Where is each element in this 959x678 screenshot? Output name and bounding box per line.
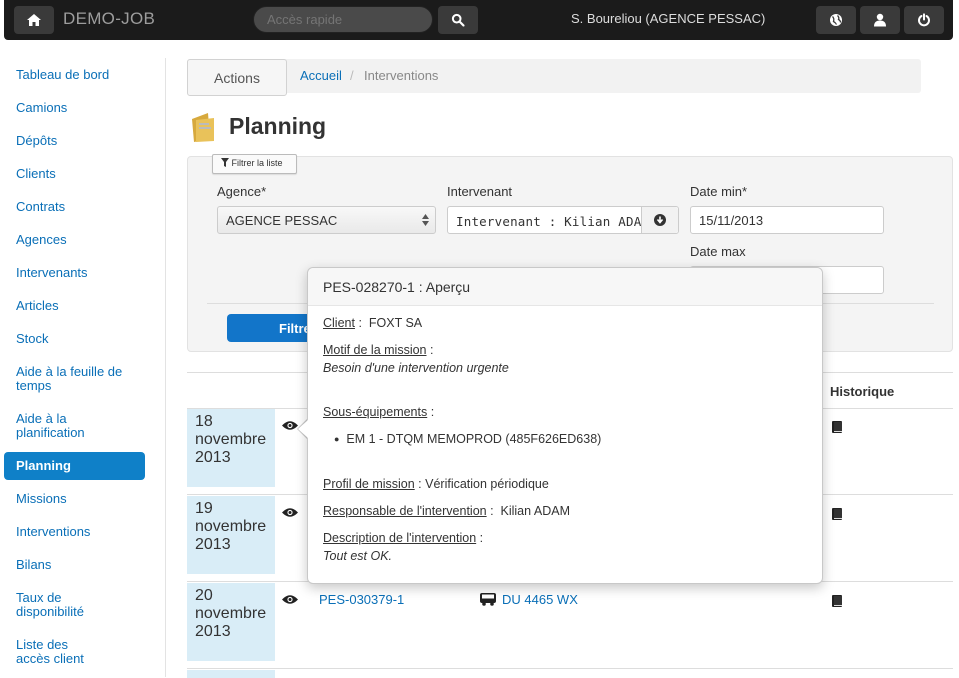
quick-access-input[interactable]	[253, 6, 433, 33]
motif-value: Besoin d'une intervention urgente	[323, 361, 509, 375]
responsable-label: Responsable de l'intervention	[323, 504, 487, 518]
sidebar-item-missions[interactable]: Missions	[4, 485, 164, 513]
eye-icon[interactable]	[282, 594, 298, 605]
table-row-date: 18 novembre 2013	[187, 409, 275, 487]
intervenant-label: Intervenant	[447, 184, 513, 199]
agence-value: AGENCE PESSAC	[226, 213, 338, 228]
sidebar-item-taux-disponibilite[interactable]: Taux de disponibilité	[4, 584, 114, 626]
profil-row: Profil de mission : Vérification périodi…	[323, 477, 549, 491]
sidebar-divider	[165, 58, 166, 677]
sidebar-item-liste-acces-client[interactable]: Liste des accès client	[4, 631, 114, 673]
intervenant-value: Intervenant : Kilian ADAM	[456, 214, 650, 229]
brand-name[interactable]: DEMO-JOB	[63, 9, 155, 29]
select-arrows-icon	[422, 214, 429, 226]
sidebar-item-contrats[interactable]: Contrats	[4, 193, 164, 221]
eye-icon[interactable]	[282, 507, 298, 518]
breadcrumb-separator: /	[350, 68, 354, 83]
date-min-value: 15/11/2013	[699, 213, 764, 228]
description-row: Description de l'intervention :	[323, 531, 484, 545]
user-icon	[874, 13, 886, 27]
planning-folder-icon	[192, 113, 214, 142]
table-row-date: 19 novembre 2013	[187, 496, 275, 574]
client-row: Client : FOXT SA	[323, 316, 423, 330]
description-label: Description de l'intervention	[323, 531, 477, 545]
client-value: FOXT SA	[368, 316, 423, 330]
history-column-header: Historique	[830, 384, 895, 399]
agence-label: Agence*	[217, 184, 267, 199]
responsable-row: Responsable de l'intervention : Kilian A…	[323, 504, 570, 518]
motif-label: Motif de la mission	[323, 343, 427, 357]
sidebar-item-aide-feuille-de-temps[interactable]: Aide à la feuille de temps	[4, 358, 139, 400]
sous-equipement-text: EM 1 - DTQM MEMOPROD (485F626ED638)	[346, 432, 602, 446]
sidebar-item-clients[interactable]: Clients	[4, 160, 164, 188]
language-button[interactable]	[816, 6, 856, 34]
filter-toggle[interactable]: Filtrer la liste	[212, 154, 297, 174]
description-value: Tout est OK.	[323, 549, 393, 563]
page-title: Planning	[229, 113, 327, 139]
sous-equipement-item: ● EM 1 - DTQM MEMOPROD (485F626ED638)	[334, 432, 602, 446]
table-row-border	[187, 668, 953, 669]
client-label: Client	[323, 316, 355, 330]
sous-equipements-row: Sous-équipements :	[323, 405, 435, 419]
breadcrumb	[187, 59, 921, 93]
intervenant-dropdown-button[interactable]	[641, 207, 678, 233]
agence-select[interactable]: AGENCE PESSAC	[217, 206, 436, 234]
sidebar-item-camions[interactable]: Camions	[4, 94, 164, 122]
profil-value: Vérification périodique	[425, 477, 549, 491]
truck-icon	[480, 593, 496, 606]
home-icon	[27, 14, 41, 26]
responsable-value: Kilian ADAM	[500, 504, 570, 518]
sidebar-item-interventions[interactable]: Interventions	[4, 518, 164, 546]
sidebar-item-depots[interactable]: Dépôts	[4, 127, 164, 155]
history-book-icon[interactable]	[832, 508, 843, 520]
intervention-reference-link[interactable]: PES-030379-1	[319, 592, 404, 607]
intervention-preview-popover: PES-028270-1 : Aperçu Client : FOXT SA M…	[307, 267, 823, 584]
top-navbar: DEMO-JOB S. Boureliou (AGENCE PESSAC)	[4, 0, 953, 40]
sidebar-item-bilans[interactable]: Bilans	[4, 551, 164, 579]
power-icon	[918, 13, 930, 27]
home-button[interactable]	[14, 6, 54, 34]
date-max-label: Date max	[690, 244, 746, 259]
breadcrumb-home-link[interactable]: Accueil	[300, 68, 342, 83]
popover-arrow-inner	[298, 420, 308, 438]
history-book-icon[interactable]	[832, 595, 843, 607]
globe-icon	[830, 14, 842, 26]
date-min-label: Date min*	[690, 184, 748, 199]
current-user: S. Boureliou (AGENCE PESSAC)	[571, 11, 766, 26]
table-row-date: 20 novembre 2013	[187, 583, 275, 661]
filter-toggle-label: Filtrer la liste	[231, 158, 283, 168]
search-button[interactable]	[438, 6, 478, 34]
sidebar-item-aide-planification[interactable]: Aide à la planification	[4, 405, 114, 447]
logout-button[interactable]	[904, 6, 944, 34]
actions-button[interactable]: Actions	[187, 59, 287, 96]
search-icon	[451, 13, 465, 27]
filter-icon	[221, 158, 229, 167]
sous-equipements-label: Sous-équipements	[323, 405, 428, 419]
sidebar-item-planning[interactable]: Planning	[4, 452, 145, 480]
sidebar-item-intervenants[interactable]: Intervenants	[4, 259, 164, 287]
truck-plate-link[interactable]: DU 4465 WX	[502, 592, 578, 607]
profil-label: Profil de mission	[323, 477, 415, 491]
sidebar-item-articles[interactable]: Articles	[4, 292, 164, 320]
sidebar-item-agences[interactable]: Agences	[4, 226, 164, 254]
sidebar-item-tableau-de-bord[interactable]: Tableau de bord	[4, 61, 164, 89]
sidebar-nav: Tableau de bord Camions Dépôts Clients C…	[4, 56, 164, 673]
filter-submit-button[interactable]: Filtrer	[227, 314, 317, 342]
profile-button[interactable]	[860, 6, 900, 34]
history-book-icon[interactable]	[832, 421, 843, 433]
motif-row: Motif de la mission :	[323, 343, 434, 357]
download-circle-icon	[654, 214, 666, 226]
sidebar-item-stock[interactable]: Stock	[4, 325, 164, 353]
date-min-input[interactable]: 15/11/2013	[690, 206, 884, 234]
popover-title: PES-028270-1 : Aperçu	[308, 268, 822, 306]
eye-icon[interactable]	[282, 420, 298, 431]
breadcrumb-current: Interventions	[364, 68, 439, 83]
